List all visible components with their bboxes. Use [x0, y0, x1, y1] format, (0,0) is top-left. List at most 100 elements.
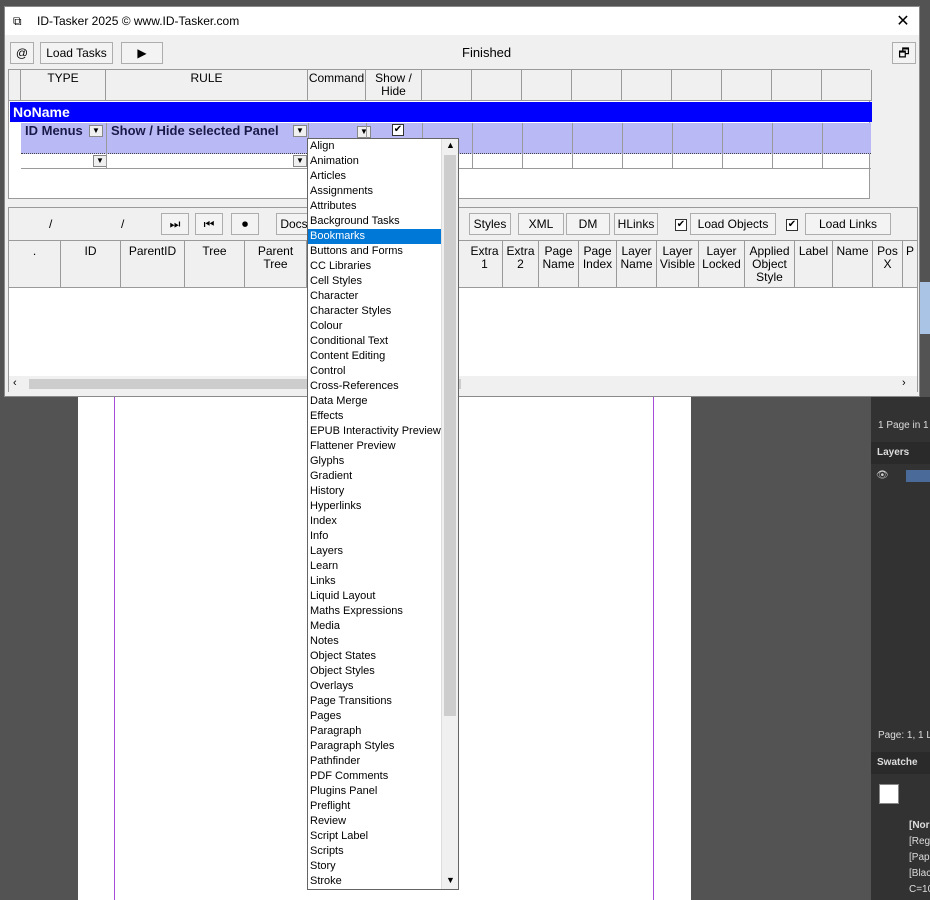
col-header-empty[interactable] [472, 70, 522, 101]
dropdown-item[interactable]: Articles [308, 169, 441, 184]
load-links-button[interactable]: Load Links [805, 213, 891, 235]
dropdown-item[interactable]: Info [308, 529, 441, 544]
dropdown-item[interactable]: CC Libraries [308, 259, 441, 274]
dropdown-item[interactable]: Character [308, 289, 441, 304]
dropdown-item[interactable]: Cross-References [308, 379, 441, 394]
col-header-empty[interactable] [422, 70, 472, 101]
dropdown-item[interactable]: Layers [308, 544, 441, 559]
col-header-extra-2[interactable]: Extra 2 [503, 241, 539, 287]
chevron-right-icon[interactable]: › [902, 377, 906, 389]
panel-dropdown-list[interactable]: Align Animation Articles Assignments Attribu… [307, 138, 459, 890]
col-header-applied-object-style[interactable]: Applied Object Style [745, 241, 795, 287]
dropdown-item[interactable]: Bookmarks [308, 229, 441, 244]
chevron-down-icon[interactable]: ▼ [293, 155, 307, 167]
dropdown-item[interactable]: Attributes [308, 199, 441, 214]
dropdown-item[interactable]: Overlays [308, 679, 441, 694]
skip-first-icon[interactable]: ⏮ [195, 213, 223, 235]
col-header-name[interactable]: Name [833, 241, 873, 287]
col-header-empty[interactable] [622, 70, 672, 101]
dropdown-item[interactable]: Paragraph Styles [308, 739, 441, 754]
dropdown-item[interactable]: Preflight [308, 799, 441, 814]
at-button[interactable]: @ [10, 42, 34, 64]
scrollbar-thumb[interactable] [444, 155, 456, 716]
dropdown-item[interactable]: Buttons and Forms [308, 244, 441, 259]
col-header-rule[interactable]: RULE [106, 70, 308, 101]
chevron-left-icon[interactable]: ‹ [13, 377, 17, 389]
xml-button[interactable]: XML [518, 213, 564, 235]
col-header-layer-name[interactable]: Layer Name [617, 241, 657, 287]
dropdown-item[interactable]: Data Merge [308, 394, 441, 409]
col-header-parentid[interactable]: ParentID [121, 241, 185, 287]
col-header-parent-tree[interactable]: Parent Tree [245, 241, 307, 287]
styles-button[interactable]: Styles [469, 213, 511, 235]
dropdown-item[interactable]: Object Styles [308, 664, 441, 679]
col-header-pos-x[interactable]: Pos X [873, 241, 903, 287]
dropdown-item[interactable]: Story [308, 859, 441, 874]
dropdown-item[interactable]: Character Styles [308, 304, 441, 319]
col-header-empty[interactable] [822, 70, 872, 101]
hlinks-button[interactable]: HLinks [614, 213, 658, 235]
col-header-empty[interactable] [672, 70, 722, 101]
col-header-page-name[interactable]: Page Name [539, 241, 579, 287]
fill-stroke-swatch-icon[interactable] [879, 784, 899, 804]
col-header-dot[interactable]: . [9, 241, 61, 287]
swatches-panel-header[interactable]: Swatche [871, 752, 930, 774]
record-icon[interactable]: ⏺ [231, 213, 259, 235]
dropdown-item[interactable]: EPUB Interactivity Preview [308, 424, 441, 439]
dropdown-item[interactable]: Flattener Preview [308, 439, 441, 454]
dropdown-item[interactable]: Content Editing [308, 349, 441, 364]
layers-panel-header[interactable]: Layers [871, 442, 930, 464]
dropdown-item[interactable]: Notes [308, 634, 441, 649]
dropdown-item[interactable]: Gradient [308, 469, 441, 484]
dropdown-item[interactable]: Effects [308, 409, 441, 424]
col-header-layer-locked[interactable]: Layer Locked [699, 241, 745, 287]
layer-row[interactable] [906, 470, 930, 482]
col-header-page-index[interactable]: Page Index [579, 241, 617, 287]
scroll-down-icon[interactable]: ▼ [446, 875, 455, 885]
dropdown-item[interactable]: Scripts [308, 844, 441, 859]
dropdown-item[interactable]: Paragraph [308, 724, 441, 739]
dropdown-item[interactable]: Plugins Panel [308, 784, 441, 799]
swatch-registration[interactable]: [Reg [909, 836, 930, 847]
close-button[interactable]: ✕ [893, 11, 913, 31]
dropdown-item[interactable]: Hyperlinks [308, 499, 441, 514]
play-button[interactable]: ▶ [121, 42, 163, 64]
horizontal-scrollbar[interactable]: ‹ › [9, 376, 917, 392]
rule-cell[interactable]: Show / Hide selected Panel [111, 123, 279, 138]
group-row[interactable]: NoName [10, 102, 872, 122]
dropdown-item[interactable]: PDF Comments [308, 769, 441, 784]
dropdown-item[interactable]: Pathfinder [308, 754, 441, 769]
col-header-layer-visible[interactable]: Layer Visible [657, 241, 699, 287]
dropdown-item[interactable]: Control [308, 364, 441, 379]
dropdown-item[interactable]: Media [308, 619, 441, 634]
chevron-down-icon[interactable]: ▼ [293, 125, 307, 137]
col-header-extra-1[interactable]: Extra 1 [467, 241, 503, 287]
dropdown-item[interactable]: Conditional Text [308, 334, 441, 349]
dropdown-item[interactable]: Script Label [308, 829, 441, 844]
chevron-down-icon[interactable]: ▼ [89, 125, 103, 137]
dropdown-item[interactable]: Background Tasks [308, 214, 441, 229]
dropdown-item[interactable]: Object States [308, 649, 441, 664]
dropdown-item[interactable]: Animation [308, 154, 441, 169]
dropdown-item[interactable]: Colour [308, 319, 441, 334]
col-header-pos-y[interactable]: P [903, 241, 917, 287]
load-objects-checkbox[interactable]: ✔ [675, 219, 687, 231]
show-hide-checkbox[interactable]: ✔ [392, 124, 404, 136]
swatch-black[interactable]: [Blac [909, 868, 930, 879]
col-header-command[interactable]: Command [308, 70, 366, 101]
scroll-up-icon[interactable]: ▲ [446, 140, 455, 150]
dropdown-item[interactable]: Pages [308, 709, 441, 724]
dropdown-item[interactable]: Page Transitions [308, 694, 441, 709]
eye-icon[interactable]: 👁 [876, 470, 889, 481]
skip-last-icon[interactable]: ⏭ [161, 213, 189, 235]
col-header-label[interactable]: Label [795, 241, 833, 287]
col-header-empty[interactable] [722, 70, 772, 101]
load-links-checkbox[interactable]: ✔ [786, 219, 798, 231]
dropdown-item[interactable]: Index [308, 514, 441, 529]
dropdown-item[interactable]: Align [308, 139, 441, 154]
col-header-empty[interactable] [772, 70, 822, 101]
dropdown-item[interactable]: Assignments [308, 184, 441, 199]
dropdown-item[interactable]: Cell Styles [308, 274, 441, 289]
dropdown-item[interactable]: Stroke [308, 874, 441, 889]
title-bar[interactable]: ⧉ ID-Tasker 2025 © www.ID-Tasker.com ✕ [5, 7, 919, 35]
